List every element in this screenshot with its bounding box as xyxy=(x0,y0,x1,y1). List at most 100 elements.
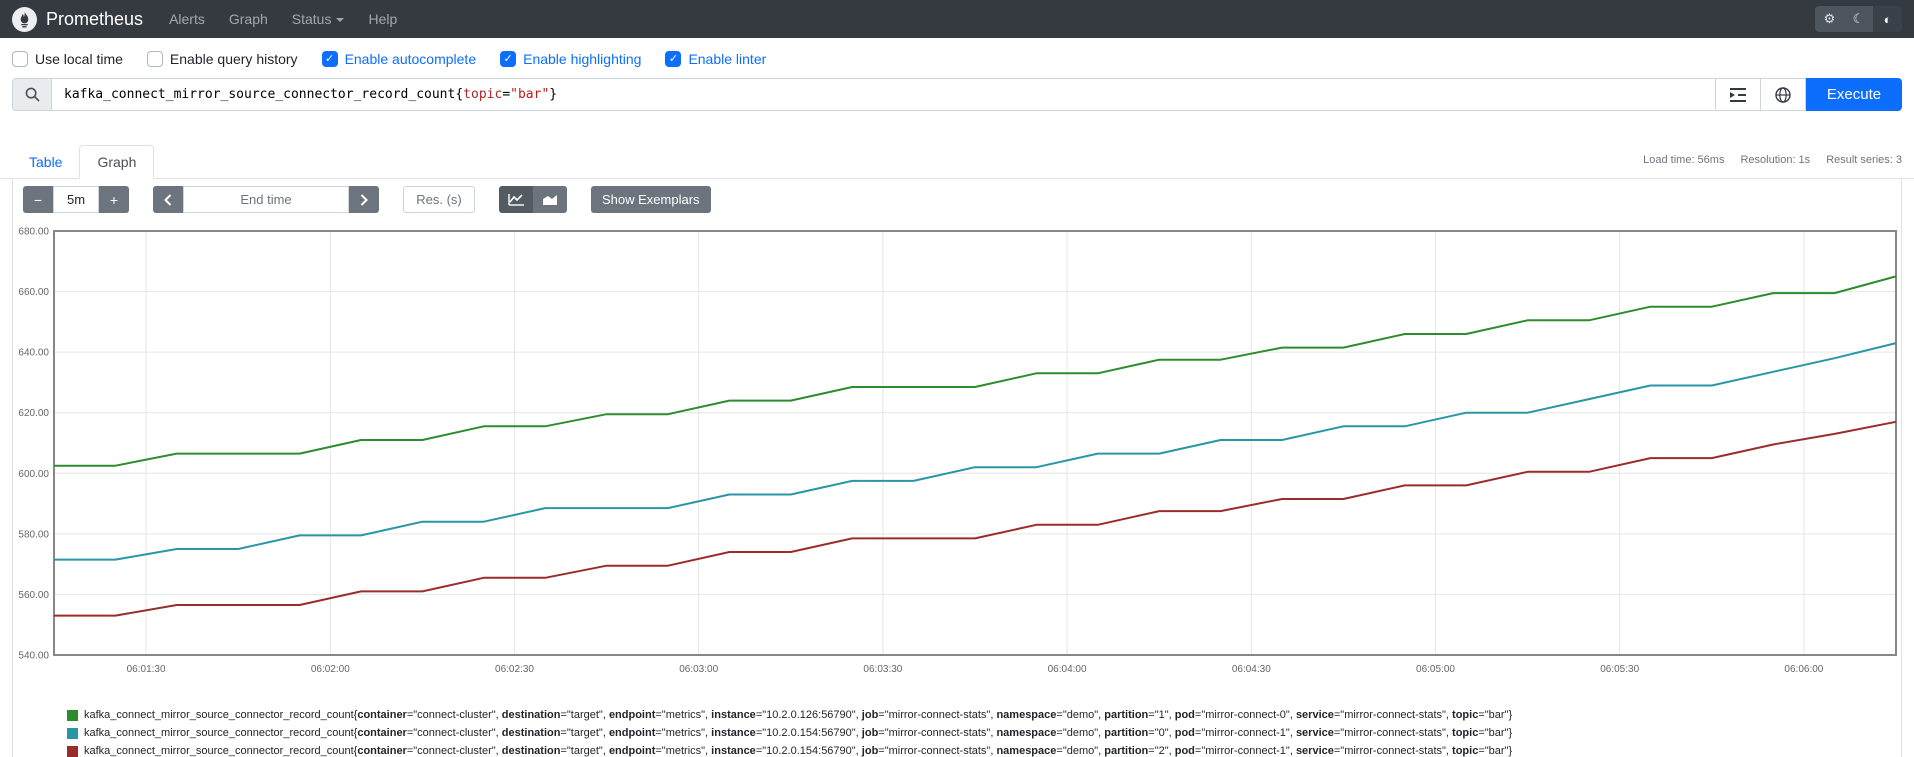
auto-theme-button[interactable]: ◐ xyxy=(1873,6,1902,32)
x-axis-label: 06:02:00 xyxy=(311,664,350,675)
tab-table[interactable]: Table xyxy=(12,146,79,178)
prometheus-logo-icon[interactable] xyxy=(12,6,37,32)
option-label: Use local time xyxy=(35,51,123,67)
legend-item[interactable]: kafka_connect_mirror_source_connector_re… xyxy=(67,724,1896,742)
tabs-row: Table Graph Load time: 56ms Resolution: 1… xyxy=(0,145,1914,179)
legend-label: kafka_connect_mirror_source_connector_re… xyxy=(84,727,1513,739)
time-forward-button[interactable] xyxy=(349,186,379,213)
range-decrease-button[interactable]: − xyxy=(23,186,53,213)
execute-button[interactable]: Execute xyxy=(1806,78,1902,111)
resolution-input[interactable] xyxy=(403,186,475,213)
query-token: "bar" xyxy=(510,87,550,102)
nav-link-graph[interactable]: Graph xyxy=(217,11,280,27)
x-axis-label: 06:06:00 xyxy=(1784,664,1823,675)
x-axis-label: 06:01:30 xyxy=(127,664,166,675)
globe-icon xyxy=(1775,86,1791,103)
nav-link-help[interactable]: Help xyxy=(356,11,409,27)
checkbox-unchecked[interactable] xyxy=(146,51,163,67)
stacked-chart-button[interactable] xyxy=(533,186,567,213)
options-row: Use local time Enable query history Enable… xyxy=(12,48,1914,70)
range-increase-button[interactable]: + xyxy=(99,186,129,213)
checkbox-checked[interactable] xyxy=(500,51,517,67)
option-enable-highlighting[interactable]: Enable highlighting xyxy=(500,51,641,67)
legend-item[interactable]: kafka_connect_mirror_source_connector_re… xyxy=(67,706,1896,724)
stat-result-series: Result series: 3 xyxy=(1826,153,1902,166)
y-axis-label: 540.00 xyxy=(18,651,49,662)
metrics-explorer-button[interactable] xyxy=(1761,78,1806,111)
x-axis-label: 06:04:00 xyxy=(1048,664,1087,675)
graph-panel: − + xyxy=(12,179,1902,757)
checkbox-checked[interactable] xyxy=(321,51,338,67)
x-axis-label: 06:02:30 xyxy=(495,664,534,675)
settings-icon: ⚙ xyxy=(1823,11,1836,26)
x-axis-label: 06:04:30 xyxy=(1232,664,1271,675)
y-axis-label: 680.00 xyxy=(18,227,49,238)
line-chart-icon xyxy=(508,194,524,206)
theme-toggle-group: ⚙ ☾ ◐ xyxy=(1815,6,1902,32)
query-bar: kafka_connect_mirror_source_connector_re… xyxy=(12,78,1902,111)
auto-theme-icon: ◐ xyxy=(1883,11,1892,27)
nav-link-status[interactable]: Status xyxy=(280,11,357,27)
option-label: Enable highlighting xyxy=(523,51,642,67)
y-axis-label: 620.00 xyxy=(18,408,49,419)
range-input[interactable] xyxy=(53,186,99,213)
tab-graph[interactable]: Graph xyxy=(79,145,155,179)
graph-canvas[interactable]: 540.00 560.00 580.00 600.00 620.00 640.00 660.… xyxy=(14,223,1902,681)
legend-swatch-icon xyxy=(67,745,78,757)
query-stats: Load time: 56ms Resolution: 1s Result seri… xyxy=(1643,154,1902,170)
graph-controls: − + xyxy=(23,186,1896,213)
format-expression-button[interactable] xyxy=(1716,78,1761,111)
format-indent-icon xyxy=(1730,87,1746,102)
x-axis-label: 06:03:00 xyxy=(679,664,718,675)
y-axis-label: 660.00 xyxy=(18,287,49,298)
query-token: kafka_connect_mirror_source_connector_re… xyxy=(64,87,464,102)
stat-resolution: Resolution: 1s xyxy=(1740,153,1811,166)
y-axis-label: 580.00 xyxy=(18,529,49,540)
y-axis-label: 640.00 xyxy=(18,348,49,359)
end-time-input[interactable] xyxy=(183,186,349,213)
chevron-down-icon xyxy=(336,18,345,23)
show-exemplars-button[interactable]: Show Exemplars xyxy=(591,186,711,213)
legend: kafka_connect_mirror_source_connector_re… xyxy=(67,706,1896,757)
option-use-local-time[interactable]: Use local time xyxy=(12,51,123,67)
time-back-button[interactable] xyxy=(153,186,183,213)
dark-theme-button[interactable]: ☾ xyxy=(1844,6,1873,32)
option-label: Enable linter xyxy=(688,51,767,67)
legend-label: kafka_connect_mirror_source_connector_re… xyxy=(84,745,1513,757)
option-label: Enable query history xyxy=(169,51,298,67)
chevron-right-icon xyxy=(360,193,368,206)
legend-label: kafka_connect_mirror_source_connector_re… xyxy=(84,709,1513,721)
query-token: } xyxy=(549,87,558,102)
end-time-group xyxy=(153,186,379,213)
query-input[interactable]: kafka_connect_mirror_source_connector_re… xyxy=(52,78,1716,111)
navbar: Prometheus Alerts Graph Status Help ⚙ ☾ ◐ xyxy=(0,0,1914,38)
option-enable-query-history[interactable]: Enable query history xyxy=(146,51,298,67)
nav-links: Alerts Graph Status Help xyxy=(157,0,409,38)
search-addon xyxy=(12,78,52,111)
legend-item[interactable]: kafka_connect_mirror_source_connector_re… xyxy=(67,742,1896,757)
legend-swatch-icon xyxy=(67,709,78,721)
line-chart-button[interactable] xyxy=(499,186,533,213)
checkbox-unchecked[interactable] xyxy=(12,51,28,67)
query-token: = xyxy=(502,87,511,102)
option-label: Enable autocomplete xyxy=(344,51,477,67)
option-enable-autocomplete[interactable]: Enable autocomplete xyxy=(321,51,477,67)
search-icon xyxy=(25,87,40,102)
x-axis-label: 06:03:30 xyxy=(863,664,902,675)
checkbox-checked[interactable] xyxy=(665,51,682,67)
nav-link-alerts[interactable]: Alerts xyxy=(157,11,217,27)
query-token: topic xyxy=(463,87,503,102)
brand[interactable]: Prometheus xyxy=(46,9,143,30)
y-axis-label: 600.00 xyxy=(18,469,49,480)
settings-button[interactable]: ⚙ xyxy=(1815,6,1844,32)
dark-theme-icon: ☾ xyxy=(1852,11,1865,26)
option-enable-linter[interactable]: Enable linter xyxy=(665,51,766,67)
legend-swatch-icon xyxy=(67,727,78,739)
chevron-left-icon xyxy=(164,193,172,206)
x-axis-label: 06:05:00 xyxy=(1416,664,1455,675)
y-axis-label: 560.00 xyxy=(18,590,49,601)
x-axis-label: 06:05:30 xyxy=(1600,664,1639,675)
range-group: − + xyxy=(23,186,129,213)
chart-type-group xyxy=(499,186,567,213)
stacked-chart-icon xyxy=(543,195,557,205)
